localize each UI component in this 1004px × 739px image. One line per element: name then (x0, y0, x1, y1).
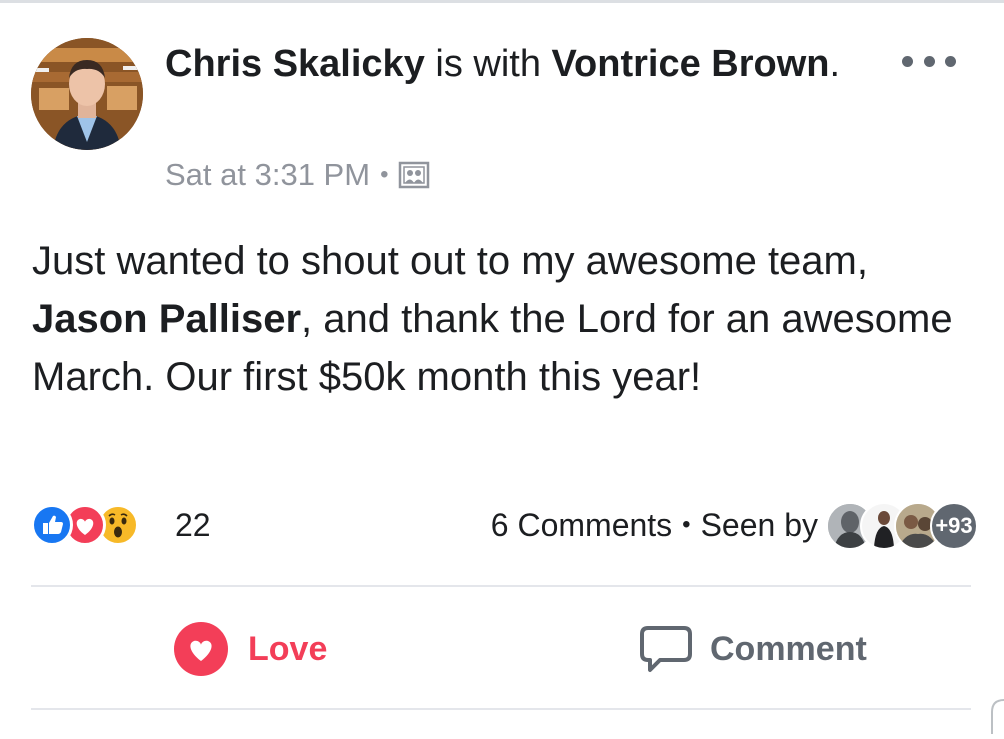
more-options-button[interactable] (902, 48, 956, 74)
seen-by-avatars[interactable]: +93 (826, 502, 978, 550)
actions-bottom-divider (31, 708, 971, 710)
comment-button[interactable]: Comment (638, 590, 867, 708)
reactions-summary-row: 22 6 Comments • Seen by +93 (31, 500, 978, 550)
timestamp-row: Sat at 3:31 PM • (165, 153, 430, 197)
with-text: is with (424, 43, 552, 85)
love-button[interactable]: Love (174, 590, 327, 708)
author-name-link[interactable]: Chris Skalicky (165, 43, 425, 85)
actions-top-divider (31, 585, 971, 587)
comments-count-link[interactable]: 6 Comments (491, 507, 672, 544)
post-body-text: Just wanted to shout out to my awesome t… (32, 232, 972, 406)
more-dot-icon (902, 55, 913, 67)
photo-album-icon[interactable] (398, 159, 430, 191)
corner-edge-icon (988, 696, 1004, 734)
reaction-count[interactable]: 22 (175, 504, 211, 546)
post-text-part-1: Just wanted to shout out to my awesome t… (32, 239, 868, 283)
author-avatar[interactable] (31, 38, 143, 150)
more-dot-icon (923, 55, 935, 67)
more-dot-icon (945, 55, 956, 67)
post-timestamp[interactable]: Sat at 3:31 PM (165, 157, 370, 193)
post-header: Chris Skalicky is with Vontrice Brown. (165, 40, 845, 88)
comment-bubble-icon (638, 622, 694, 676)
seen-more-count: +93 (930, 502, 978, 550)
tagged-person-link[interactable]: Vontrice Brown (552, 43, 830, 85)
engagement-separator: • (682, 511, 691, 538)
header-period: . (829, 43, 841, 85)
love-label: Love (248, 629, 328, 668)
seen-by-label[interactable]: Seen by (701, 507, 818, 544)
like-reaction-icon (31, 504, 73, 546)
feed-post: Chris Skalicky is with Vontrice Brown. S… (0, 0, 1004, 734)
comment-label: Comment (710, 629, 867, 668)
post-actions-row: Love Comment (31, 590, 971, 708)
timestamp-separator: • (380, 161, 389, 188)
reaction-icons-group[interactable] (31, 504, 171, 546)
comments-seen-group: 6 Comments • Seen by +93 (491, 500, 978, 550)
mention-link[interactable]: Jason Palliser (32, 297, 301, 341)
heart-icon (174, 622, 228, 676)
